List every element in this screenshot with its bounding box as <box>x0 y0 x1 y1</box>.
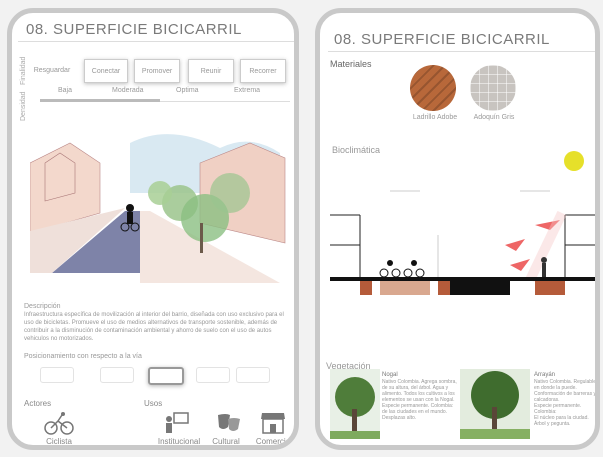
material-swatch-adoquin[interactable] <box>470 65 516 111</box>
right-title: 08. SUPERFICIE BICICARRIL <box>334 31 550 48</box>
use-label-cultural: Cultural <box>212 437 240 446</box>
density-slider[interactable] <box>40 99 160 102</box>
vertical-label-densidad: Densidad <box>20 91 27 121</box>
tree-text-arrayan: Nativo Colombia. Regulable en donde la p… <box>534 379 596 427</box>
tab-label: Conectar <box>91 67 121 75</box>
actors-heading: Actores <box>24 399 52 408</box>
tab-label: Resguardar <box>33 66 71 74</box>
material-swatch-ladrillo[interactable] <box>410 65 456 111</box>
density-optima[interactable]: Optima <box>176 87 199 94</box>
tab-resguardar[interactable]: Resguardar <box>30 59 74 81</box>
left-title: 08. SUPERFICIE BICICARRIL <box>26 21 242 38</box>
left-card: 08. SUPERFICIE BICICARRIL Finalidad Dens… <box>7 8 299 450</box>
teacher-icon[interactable] <box>164 411 190 435</box>
section-diagram <box>330 190 595 295</box>
description-text: Infraestructura específica de movilizaci… <box>24 312 284 342</box>
position-option-2[interactable] <box>100 367 134 383</box>
use-label-institucional: Institucional <box>157 437 201 446</box>
bioclimatic-heading: Bioclimática <box>332 145 381 155</box>
description-heading: Descripción <box>24 303 61 310</box>
tree-name-arrayan: Arrayán <box>534 372 556 378</box>
cyclist-icon[interactable] <box>44 411 74 435</box>
position-option-1[interactable] <box>40 367 74 383</box>
materials-heading: Materiales <box>330 59 372 69</box>
theater-masks-icon[interactable] <box>216 411 242 435</box>
tab-recorrer[interactable]: Recorrer <box>240 59 286 83</box>
title-divider <box>328 51 595 52</box>
position-option-3[interactable] <box>148 367 184 385</box>
right-card: 08. SUPERFICIE BICICARRIL Materiales Lad… <box>315 8 600 450</box>
actor-label-ciclista: Ciclista <box>46 437 72 446</box>
use-label-comercio: Comercio <box>255 437 291 446</box>
store-icon[interactable] <box>260 411 286 435</box>
density-baja[interactable]: Baja <box>58 87 72 94</box>
tab-promover[interactable]: Promover <box>134 59 180 83</box>
tree-image-nogal[interactable] <box>330 369 380 439</box>
tab-reunir[interactable]: Reunir <box>188 59 234 83</box>
vertical-label-finalidad: Finalidad <box>20 56 27 85</box>
position-label: Posicionamiento con respecto a la vía <box>24 353 142 360</box>
title-divider <box>18 41 294 42</box>
uses-heading: Usos <box>144 399 163 408</box>
position-option-5[interactable] <box>236 367 270 383</box>
material-label-adoquin: Adoquín Gris <box>473 114 515 121</box>
position-option-4[interactable] <box>196 367 230 383</box>
tab-label: Promover <box>141 67 173 75</box>
tab-label: Recorrer <box>249 67 277 75</box>
tree-image-arrayan[interactable] <box>460 369 530 439</box>
tree-text-nogal: Nativo Colombia. Agrega sombra, de su al… <box>382 379 457 421</box>
density-extrema[interactable]: Extrema <box>234 87 260 94</box>
tab-conectar[interactable]: Conectar <box>84 59 128 83</box>
tab-label: Reunir <box>200 67 222 75</box>
tree-name-nogal: Nogal <box>382 372 398 378</box>
density-moderada[interactable]: Moderada <box>112 87 144 94</box>
sun-icon <box>564 151 584 171</box>
street-illustration <box>30 123 290 295</box>
material-label-ladrillo: Ladrillo Adobe <box>412 114 458 121</box>
